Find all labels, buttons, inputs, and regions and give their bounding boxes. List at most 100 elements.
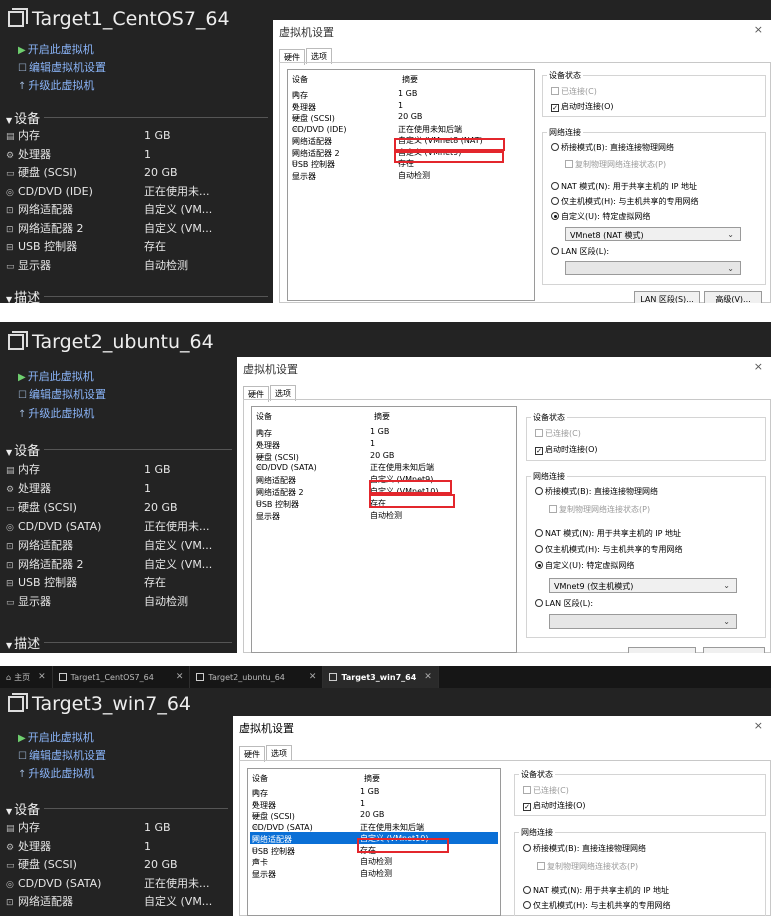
tab-options[interactable]: 选项 [266, 745, 292, 761]
replicate-checkbox[interactable]: 复制物理网络连接状态(P) [565, 159, 666, 170]
devices-section[interactable]: ▼ 设备 [6, 440, 40, 459]
advanced-button[interactable] [703, 647, 765, 653]
dialog-title: 虚拟机设置 [279, 26, 334, 39]
hostonly-radio[interactable]: 仅主机模式(H): 与主机共享的专用网络 [523, 900, 671, 911]
device-row[interactable]: ⊡ 网络适配器 自定义 (VM... [6, 201, 236, 217]
device-row[interactable]: ▤ 内存 1 GB [6, 127, 236, 143]
device-row[interactable]: ◎ CD/DVD (SATA) 正在使用未... [6, 518, 236, 534]
lan-select[interactable]: ⌄ [549, 614, 737, 629]
tab-home[interactable]: ⌂ 主页 ✕ [0, 666, 53, 688]
hardware-row[interactable]: ◎ CD/DVD (SATA) 正在使用未知后端 [250, 821, 498, 833]
vmnet-select[interactable]: VMnet9 (仅主机模式) ⌄ [549, 578, 737, 593]
hardware-row[interactable]: ▤ 内存 1 GB [254, 426, 514, 438]
hardware-row[interactable]: ◎ CD/DVD (IDE) 正在使用未知后端 [290, 123, 532, 135]
edit-settings-link[interactable]: ☐ 编辑虚拟机设置 [18, 59, 106, 75]
edit-settings-link[interactable]: ☐ 编辑虚拟机设置 [18, 386, 106, 402]
hostonly-radio[interactable]: 仅主机模式(H): 与主机共享的专用网络 [551, 196, 699, 207]
power-on-link[interactable]: ▶ 开启此虚拟机 [18, 368, 94, 384]
chevron-down-icon: ⌄ [723, 581, 730, 590]
connected-checkbox[interactable]: 已连接(C) [523, 785, 569, 796]
bridged-radio[interactable]: 桥接模式(B): 直接连接物理网络 [523, 843, 646, 854]
lan-select[interactable]: ⌄ [565, 261, 741, 275]
device-row[interactable]: ⊡ 网络适配器 自定义 (VM... [6, 537, 236, 553]
close-icon[interactable]: × [754, 719, 763, 732]
upgrade-link[interactable]: ↑ 升级此虚拟机 [18, 765, 94, 781]
device-row[interactable]: ⊡ 网络适配器 2 自定义 (VM... [6, 220, 236, 236]
advanced-button[interactable]: 高级(V)... [704, 291, 762, 303]
hardware-row[interactable]: ▤ 内存 1 GB [250, 786, 498, 798]
hostonly-radio[interactable]: 仅主机模式(H): 与主机共享的专用网络 [535, 544, 683, 555]
hardware-row[interactable]: ▭ 硬盘 (SCSI) 20 GB [250, 809, 498, 821]
vmnet-select[interactable]: VMnet8 (NAT 模式) ⌄ [565, 227, 741, 241]
replicate-checkbox[interactable]: 复制物理网络连接状态(P) [537, 861, 638, 872]
nat-radio[interactable]: NAT 模式(N): 用于共享主机的 IP 地址 [551, 181, 697, 192]
hardware-row[interactable]: ▭ 硬盘 (SCSI) 20 GB [254, 450, 514, 462]
bridged-radio[interactable]: 桥接模式(B): 直接连接物理网络 [551, 142, 674, 153]
close-icon[interactable]: ✕ [38, 672, 46, 682]
close-icon[interactable]: ✕ [309, 672, 317, 682]
custom-radio[interactable]: 自定义(U): 特定虚拟网络 [551, 211, 650, 222]
device-row[interactable]: ▭ 显示器 自动检测 [6, 593, 236, 609]
description-section[interactable]: ▼ 描述 [6, 633, 40, 652]
lan-segment-button[interactable]: LAN 区段(S)... [634, 291, 700, 303]
power-on-link[interactable]: ▶ 开启此虚拟机 [18, 729, 94, 745]
nat-radio[interactable]: NAT 模式(N): 用于共享主机的 IP 地址 [523, 885, 669, 896]
connect-on-power-checkbox[interactable]: ✓ 启动时连接(O) [551, 101, 614, 112]
device-row[interactable]: ◎ CD/DVD (SATA) 正在使用未... [6, 875, 236, 891]
device-row[interactable]: ▤ 内存 1 GB [6, 461, 236, 477]
lan-segment-button[interactable] [628, 647, 696, 653]
hardware-row[interactable]: ▭ 显示器 自动检测 [254, 509, 514, 521]
hardware-list[interactable]: 设备 摘要 ▤ 内存 1 GB ⚙ 处理器 1 ▭ 硬盘 (SCSI) 20 GB ◎ CD/DVD … [287, 69, 535, 301]
hardware-row[interactable]: ◁ 声卡 自动检测 [250, 855, 498, 867]
power-on-link[interactable]: ▶ 开启此虚拟机 [18, 41, 94, 57]
lan-radio[interactable]: LAN 区段(L): [551, 246, 609, 257]
close-icon[interactable]: × [754, 23, 763, 36]
connected-checkbox[interactable]: 已连接(C) [535, 428, 581, 439]
device-row[interactable]: ▭ 显示器 自动检测 [6, 257, 236, 273]
device-row[interactable]: ⊡ 网络适配器 自定义 (VM... [6, 893, 236, 909]
tab-target3[interactable]: Target3_win7_64 ✕ [323, 666, 439, 688]
device-row[interactable]: ▭ 硬盘 (SCSI) 20 GB [6, 164, 236, 180]
device-icon: ⊟ [6, 579, 14, 590]
lan-radio[interactable]: LAN 区段(L): [535, 598, 593, 609]
hardware-row[interactable]: ⚙ 处理器 1 [254, 438, 514, 450]
close-icon[interactable]: ✕ [424, 672, 432, 682]
device-value: 自定义 (VM... [144, 221, 213, 235]
custom-radio[interactable]: 自定义(U): 特定虚拟网络 [535, 560, 634, 571]
hardware-row[interactable]: ⚙ 处理器 1 [250, 798, 498, 810]
connect-on-power-checkbox[interactable]: ✓ 启动时连接(O) [523, 800, 586, 811]
upgrade-link[interactable]: ↑ 升级此虚拟机 [18, 77, 94, 93]
tab-target1[interactable]: Target1_CentOS7_64 ✕ [53, 666, 191, 688]
upgrade-link[interactable]: ↑ 升级此虚拟机 [18, 405, 94, 421]
device-row[interactable]: ▭ 硬盘 (SCSI) 20 GB [6, 856, 236, 872]
hardware-list[interactable]: 设备 摘要 ▤ 内存 1 GB ⚙ 处理器 1 ▭ 硬盘 (SCSI) 20 GB ◎ CD/DVD … [251, 406, 517, 653]
bridged-radio[interactable]: 桥接模式(B): 直接连接物理网络 [535, 486, 658, 497]
device-row[interactable]: ⊟ USB 控制器 存在 [6, 238, 236, 254]
nat-radio[interactable]: NAT 模式(N): 用于共享主机的 IP 地址 [535, 528, 681, 539]
device-row[interactable]: ▤ 内存 1 GB [6, 819, 236, 835]
devices-section[interactable]: ▼ 设备 [6, 799, 40, 818]
device-row[interactable]: ⚙ 处理器 1 [6, 838, 236, 854]
close-icon[interactable]: ✕ [176, 672, 184, 682]
device-row[interactable]: ⊟ USB 控制器 存在 [6, 574, 236, 590]
highlight-box [369, 494, 455, 508]
device-row[interactable]: ◎ CD/DVD (IDE) 正在使用未... [6, 183, 236, 199]
hardware-row[interactable]: ▭ 硬盘 (SCSI) 20 GB [290, 111, 532, 123]
close-icon[interactable]: × [754, 360, 763, 373]
hardware-row[interactable]: ▭ 显示器 自动检测 [250, 867, 498, 879]
hardware-row[interactable]: ⚙ 处理器 1 [290, 100, 532, 112]
connect-on-power-checkbox[interactable]: ✓ 启动时连接(O) [535, 444, 598, 455]
hardware-row[interactable]: ▤ 内存 1 GB [290, 88, 532, 100]
hardware-row[interactable]: ▭ 显示器 自动检测 [290, 169, 532, 181]
devices-section[interactable]: ▼ 设备 [6, 108, 40, 127]
tab-target2[interactable]: Target2_ubuntu_64 ✕ [190, 666, 324, 688]
device-row[interactable]: ⚙ 处理器 1 [6, 146, 236, 162]
device-row[interactable]: ⚙ 处理器 1 [6, 480, 236, 496]
description-section[interactable]: ▼ 描述 [6, 287, 40, 303]
replicate-checkbox[interactable]: 复制物理网络连接状态(P) [549, 504, 650, 515]
connected-checkbox[interactable]: 已连接(C) [551, 86, 597, 97]
device-row[interactable]: ▭ 硬盘 (SCSI) 20 GB [6, 499, 236, 515]
device-row[interactable]: ⊡ 网络适配器 2 自定义 (VM... [6, 556, 236, 572]
hardware-row[interactable]: ◎ CD/DVD (SATA) 正在使用未知后端 [254, 461, 514, 473]
edit-settings-link[interactable]: ☐ 编辑虚拟机设置 [18, 747, 106, 763]
